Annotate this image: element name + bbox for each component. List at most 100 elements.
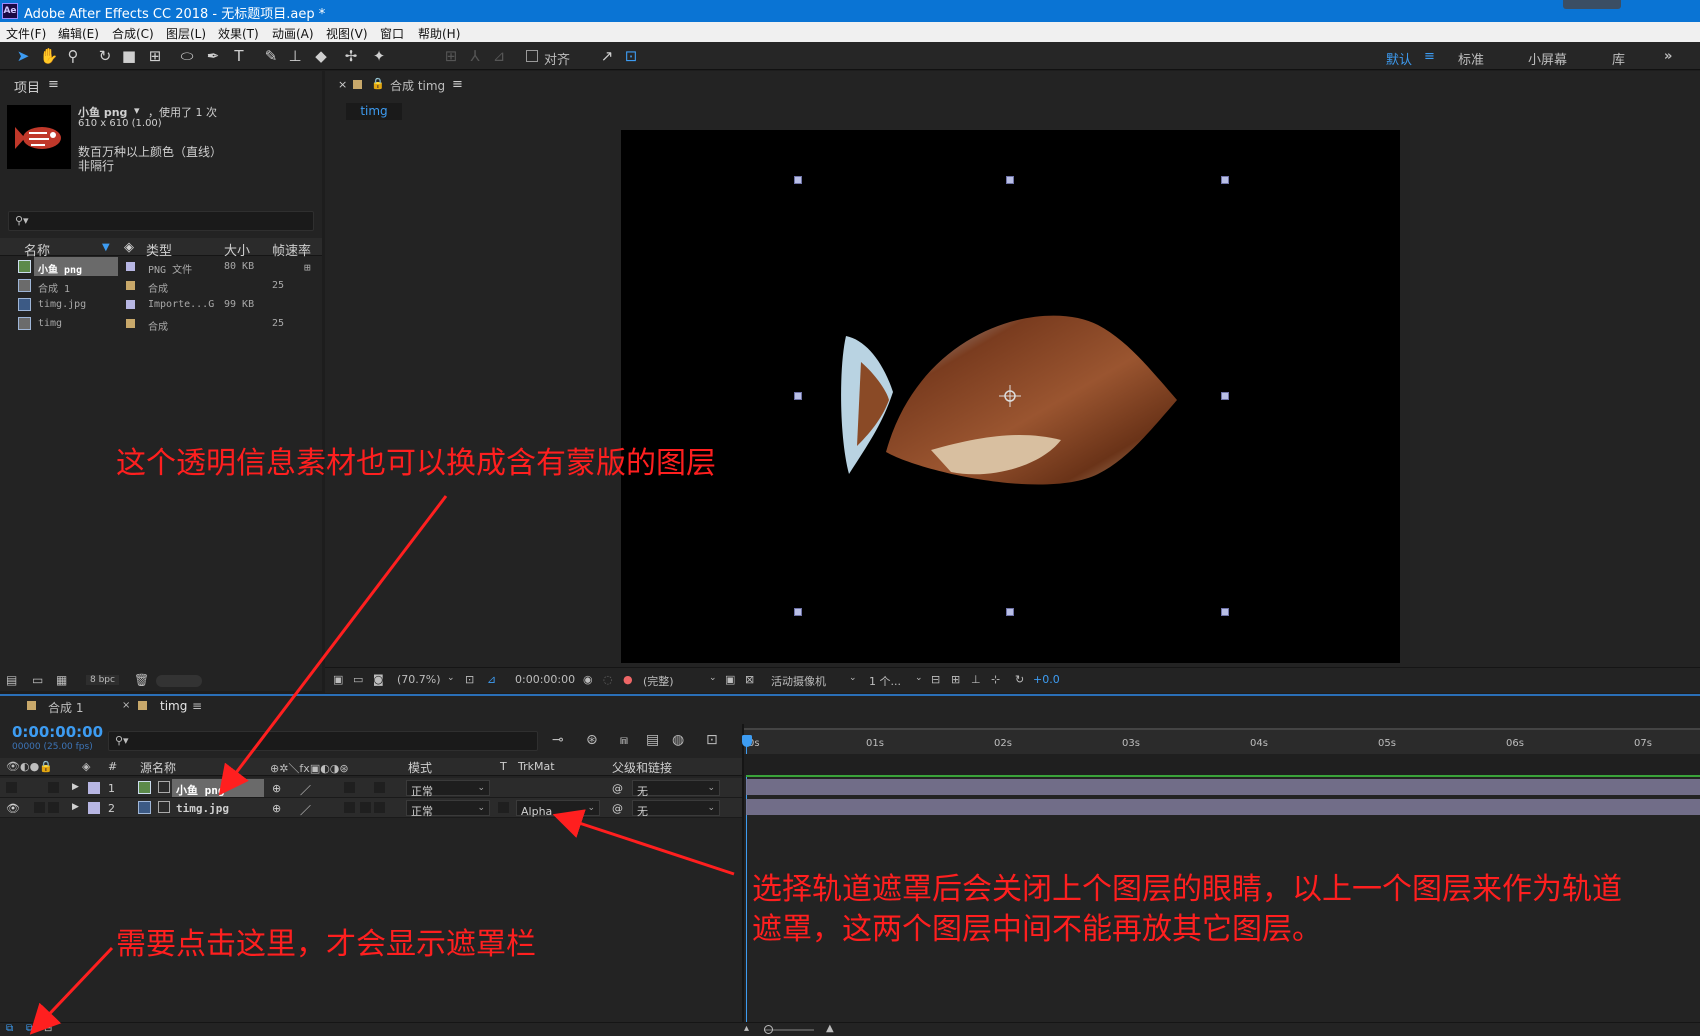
shy-layers-icon[interactable]: ⩎	[620, 732, 628, 748]
pan-behind-tool-icon[interactable]: ⊞	[144, 46, 166, 66]
transform-handle[interactable]	[1221, 392, 1229, 400]
layer-name[interactable]: timg.jpg	[176, 802, 229, 815]
type-tool-icon[interactable]: T	[228, 46, 250, 66]
bpc-button[interactable]: 8 bpc	[86, 675, 119, 685]
interpret-footage-icon[interactable]: ▤	[6, 673, 17, 687]
audio-toggle[interactable]	[34, 802, 45, 813]
flowchart-icon[interactable]: ⊹	[991, 673, 1000, 686]
panel-menu-icon[interactable]: ≡	[192, 699, 202, 713]
menu-composition[interactable]: 合成(C)	[112, 25, 154, 42]
project-scrollbar[interactable]	[156, 675, 202, 687]
zoom-tool-icon[interactable]: ⚲	[62, 46, 84, 66]
col-mode[interactable]: 模式	[408, 759, 432, 776]
zoom-dropdown[interactable]: (70.7%)	[397, 673, 441, 686]
project-row[interactable]: timg.jpg Importe...G 99 KB	[0, 295, 322, 314]
motion-blur-icon[interactable]: ◍	[672, 732, 684, 748]
zoom-in-icon[interactable]: ▲	[826, 1023, 834, 1034]
close-icon[interactable]: ×	[338, 78, 347, 91]
lock-icon[interactable]: 🔒	[371, 77, 385, 90]
timeline-tab-comp1[interactable]: 合成 1	[48, 699, 83, 716]
exposure-value[interactable]: +0.0	[1033, 673, 1060, 686]
timeline-tab-timg[interactable]: timg	[160, 699, 187, 713]
panel-menu-icon[interactable]: ≡	[452, 77, 463, 92]
panel-menu-icon[interactable]: ≡	[48, 77, 59, 92]
label-swatch[interactable]	[126, 319, 135, 328]
current-time-display[interactable]: 0:00:00:00	[12, 723, 103, 741]
resolution-dropdown[interactable]: (完整)	[643, 673, 674, 689]
label-swatch[interactable]	[126, 262, 135, 271]
switch-box[interactable]	[344, 782, 355, 793]
zoom-slider-knob[interactable]	[764, 1025, 773, 1034]
switch-box[interactable]	[374, 782, 385, 793]
col-parent[interactable]: 父级和链接	[612, 759, 672, 776]
layer-row[interactable]: ▶ 1 小鱼 png ⊕ ／ 正常 ⌄ @ 无 ⌄	[0, 778, 742, 798]
rotate-tool-icon[interactable]: ↻	[94, 46, 116, 66]
in-out-icon[interactable]: ⊟	[44, 1023, 52, 1034]
mask-visibility-icon[interactable]: ⊿	[487, 673, 496, 686]
layer-label-swatch[interactable]	[88, 782, 100, 794]
fast-previews-icon[interactable]: ⊞	[951, 673, 960, 686]
menu-help[interactable]: 帮助(H)	[418, 25, 460, 42]
transform-handle[interactable]	[1221, 608, 1229, 616]
flowchart-icon[interactable]: ⊞	[304, 261, 311, 274]
ellipse-tool-icon[interactable]: ⬭	[176, 46, 198, 66]
align-checkbox[interactable]	[526, 50, 538, 62]
workspace-menu-icon[interactable]: ≡	[1424, 49, 1435, 64]
show-snapshot-icon[interactable]: ◌	[603, 673, 613, 686]
parent-dropdown[interactable]: 无 ⌄	[632, 800, 720, 818]
switch-box[interactable]	[344, 802, 355, 813]
menu-animation[interactable]: 动画(A)	[272, 25, 314, 42]
col-trkmat[interactable]: TrkMat	[518, 760, 555, 773]
roto-brush-tool-icon[interactable]: ✢	[340, 46, 362, 66]
more-workspaces-button[interactable]: »	[1664, 49, 1672, 64]
project-search-input[interactable]: ⚲▾	[8, 211, 314, 231]
new-composition-icon[interactable]: ▦	[56, 673, 67, 687]
menu-window[interactable]: 窗口	[380, 25, 404, 42]
menu-effect[interactable]: 效果(T)	[218, 25, 259, 42]
brush-tool-icon[interactable]: ✎	[260, 46, 282, 66]
label-swatch[interactable]	[126, 300, 135, 309]
transfer-controls-icon[interactable]: ⧉	[26, 1023, 33, 1034]
project-row[interactable]: 合成 1 合成 25	[0, 276, 322, 295]
menu-edit[interactable]: 编辑(E)	[58, 25, 99, 42]
workspace-default[interactable]: 默认	[1386, 49, 1412, 68]
snap-icon[interactable]: ↗	[596, 46, 618, 66]
graph-editor-icon[interactable]: ⊡	[706, 732, 718, 748]
workspace-small-screen[interactable]: 小屏幕	[1528, 49, 1567, 68]
pick-whip-icon[interactable]: @	[612, 782, 623, 795]
playhead-handle[interactable]	[742, 735, 752, 747]
parent-dropdown[interactable]: 无 ⌄	[632, 780, 720, 798]
transform-handle[interactable]	[1006, 176, 1014, 184]
world-axis-icon[interactable]: ⅄	[464, 46, 486, 66]
transform-handle[interactable]	[1221, 176, 1229, 184]
selection-tool-icon[interactable]: ➤	[12, 46, 34, 66]
solo-toggle[interactable]	[48, 782, 59, 793]
transform-handle[interactable]	[794, 392, 802, 400]
project-row[interactable]: timg 合成 25	[0, 314, 322, 333]
asset-dropdown-icon[interactable]: ▾	[134, 104, 140, 117]
transparency-grid-icon[interactable]: ⊠	[745, 673, 754, 686]
quality-switch-icon[interactable]: ／	[300, 782, 311, 798]
switch-box[interactable]	[360, 802, 371, 813]
project-row[interactable]: 小鱼 png PNG 文件 80 KB ⊞	[0, 257, 322, 276]
trash-icon[interactable]: 🗑	[134, 673, 149, 687]
viewer-timecode[interactable]: 0:00:00:00	[515, 673, 575, 686]
switches-icon[interactable]: ⊕✲＼fx▣◐◑⊛	[270, 760, 349, 776]
clone-stamp-tool-icon[interactable]: ⊥	[284, 46, 306, 66]
hand-tool-icon[interactable]: ✋	[38, 46, 60, 66]
quality-switch-icon[interactable]: ／	[300, 802, 311, 818]
timeline-search-input[interactable]: ⚲▾	[108, 731, 538, 751]
region-of-interest-icon[interactable]: ▣	[725, 673, 735, 686]
solo-toggle[interactable]	[48, 802, 59, 813]
pen-tool-icon[interactable]: ✒	[202, 46, 224, 66]
draft-3d-icon[interactable]: ⊛	[586, 732, 598, 748]
eye-icon[interactable]: 👁	[6, 802, 20, 815]
layer-mode-dropdown[interactable]: 正常 ⌄	[406, 780, 490, 798]
view-axis-icon[interactable]: ⊿	[488, 46, 510, 66]
label-tag-icon[interactable]: ◈	[82, 760, 90, 773]
local-axis-icon[interactable]: ⊞	[440, 46, 462, 66]
layer-mode-dropdown[interactable]: 正常 ⌄	[406, 800, 490, 818]
timeline-icon[interactable]: ⊥	[971, 673, 981, 686]
shy-switch-icon[interactable]: ⊕	[272, 802, 281, 815]
zoom-out-icon[interactable]: ▴	[744, 1023, 749, 1034]
